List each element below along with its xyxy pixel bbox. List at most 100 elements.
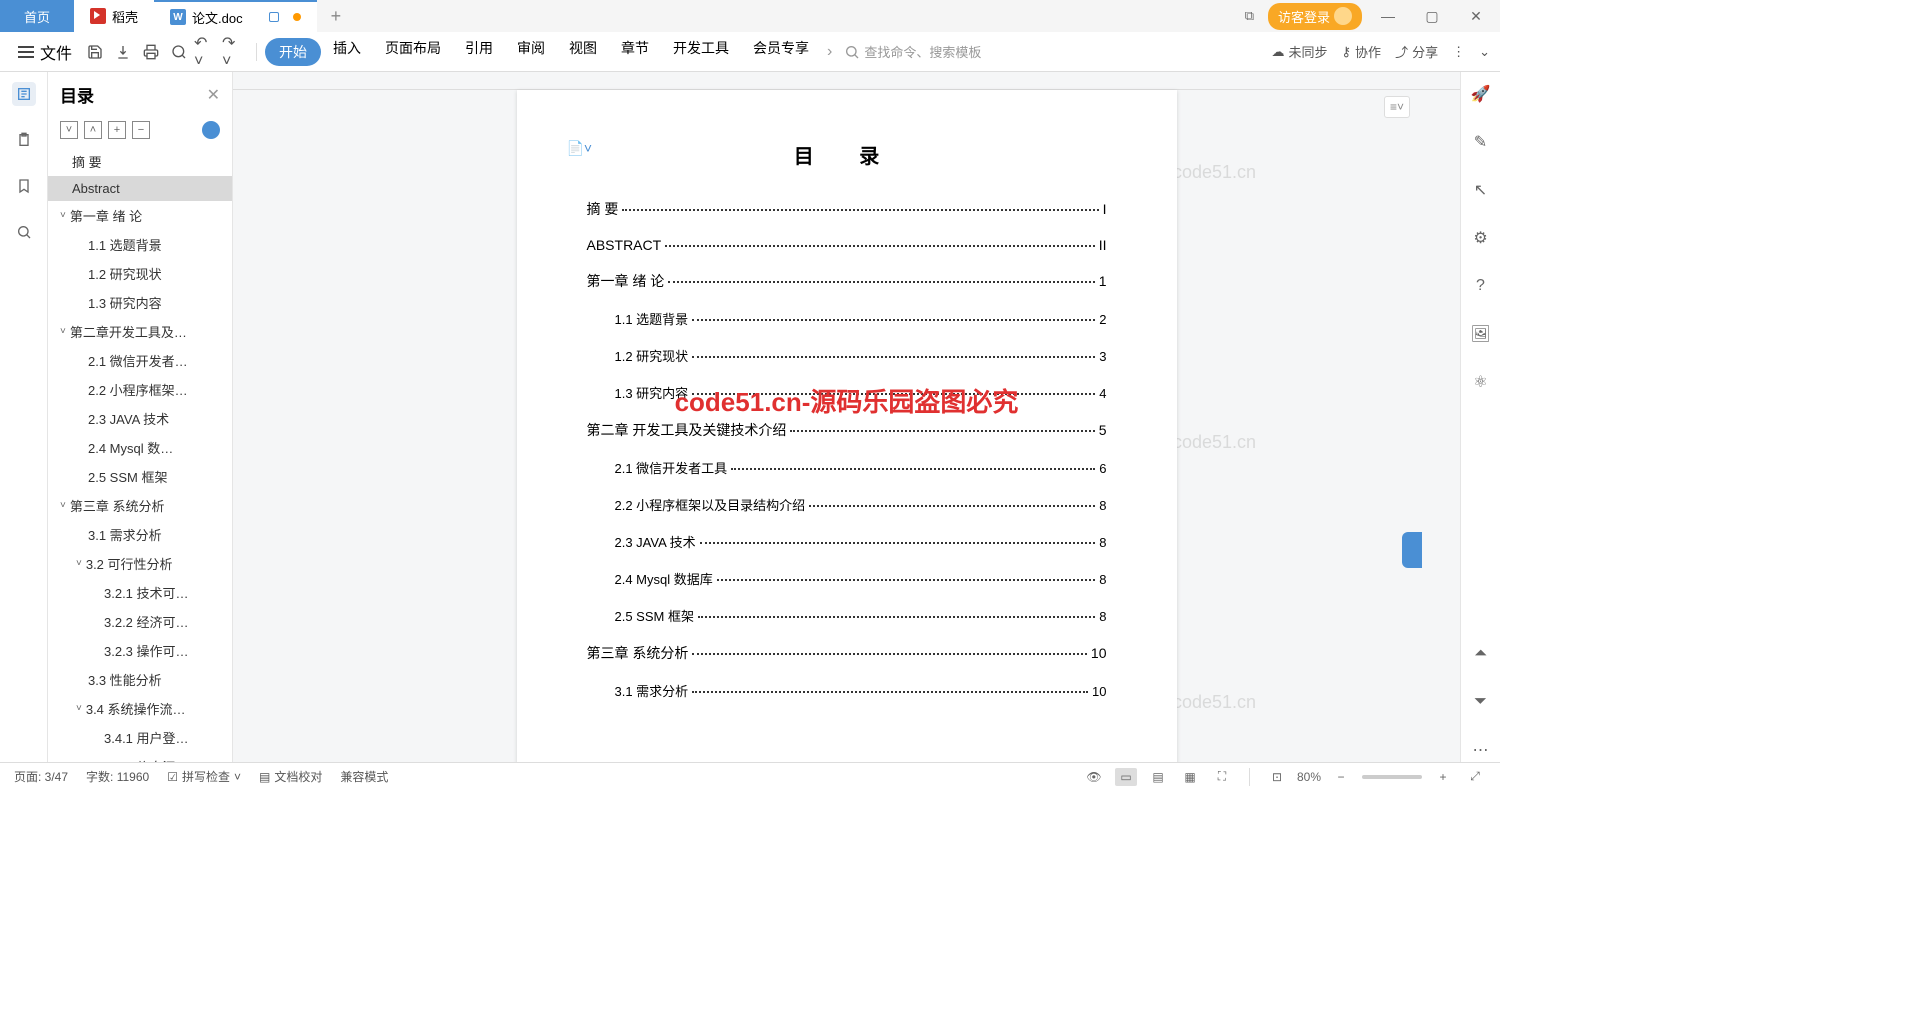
menu-1[interactable]: 插入 — [321, 38, 373, 66]
menu-8[interactable]: 会员专享 — [741, 38, 821, 66]
scroll-down-icon[interactable]: ⏷ — [1469, 690, 1493, 714]
share-button[interactable]: ⤴ 分享 — [1395, 42, 1438, 61]
toc-entry: 1.1 选题背景2 — [587, 309, 1107, 328]
more-icon[interactable]: ⋮ — [1452, 44, 1465, 60]
close-button[interactable]: ✕ — [1458, 8, 1494, 25]
coop-button[interactable]: ⚷ 协作 — [1342, 42, 1382, 61]
outline-item[interactable]: ˅3.4 系统操作流… — [48, 694, 232, 723]
menu-5[interactable]: 视图 — [557, 38, 609, 66]
cursor-icon[interactable]: ↖ — [1469, 178, 1493, 202]
menu-2[interactable]: 页面布局 — [373, 38, 453, 66]
page-indicator[interactable]: 页面: 3/47 — [14, 768, 68, 785]
scroll-up-icon[interactable]: ⏶ — [1469, 642, 1493, 666]
spellcheck-button[interactable]: ☑ 拼写检查 ˅ — [167, 768, 241, 785]
collapse-icon[interactable]: ⌄ — [1479, 44, 1490, 60]
print-icon[interactable] — [138, 39, 164, 65]
file-menu[interactable]: 文件 — [10, 40, 80, 64]
document-page: 📄˅ 目 录 摘 要IABSTRACTII第一章 绪 论11.1 选题背景21.… — [517, 90, 1177, 762]
menu-4[interactable]: 审阅 — [505, 38, 557, 66]
tab-home[interactable]: 首页 — [0, 0, 74, 32]
expand-all-icon[interactable]: ˄ — [84, 121, 102, 139]
outline-item[interactable]: 2.4 Mysql 数… — [48, 433, 232, 462]
more-menus-icon[interactable]: › — [827, 43, 832, 61]
outline-title: 目录 — [60, 82, 94, 107]
outline-nav-icon[interactable] — [12, 82, 36, 106]
zoom-in-icon[interactable]: + — [1432, 768, 1454, 786]
login-button[interactable]: 访客登录 — [1268, 3, 1362, 30]
outline-item[interactable]: 2.3 JAVA 技术 — [48, 404, 232, 433]
add-level-icon[interactable]: + — [108, 121, 126, 139]
word-count[interactable]: 字数: 11960 — [86, 768, 149, 785]
toc-entry: 2.4 Mysql 数据库8 — [587, 569, 1107, 588]
save-as-icon[interactable] — [110, 39, 136, 65]
zoom-level[interactable]: 80% — [1298, 768, 1320, 786]
outline-item[interactable]: ˅第二章开发工具及… — [48, 317, 232, 346]
outline-item[interactable]: 1.3 研究内容 — [48, 288, 232, 317]
proofread-button[interactable]: ▤ 文档校对 — [259, 768, 322, 785]
close-panel-icon[interactable]: ✕ — [207, 85, 220, 105]
outline-item[interactable]: 3.2.2 经济可… — [48, 607, 232, 636]
rocket-icon[interactable]: 🚀 — [1469, 82, 1493, 106]
tab-docer[interactable]: 稻壳 — [74, 0, 154, 32]
bookmark-icon[interactable] — [12, 174, 36, 198]
left-sidebar — [0, 72, 48, 762]
minimize-button[interactable]: — — [1370, 8, 1406, 24]
collapse-all-icon[interactable]: ˅ — [60, 121, 78, 139]
outline-item[interactable]: 1.2 研究现状 — [48, 259, 232, 288]
outline-item[interactable]: 2.2 小程序框架… — [48, 375, 232, 404]
menu-6[interactable]: 章节 — [609, 38, 661, 66]
outline-item[interactable]: 1.1 选题背景 — [48, 230, 232, 259]
save-icon[interactable] — [82, 39, 108, 65]
outline-view-icon[interactable]: ▤ — [1147, 768, 1169, 786]
view-options-icon[interactable]: ≡˅ — [1384, 96, 1410, 118]
side-tab-icon[interactable] — [1402, 532, 1422, 568]
add-tab-button[interactable]: + — [317, 0, 356, 32]
pencil-icon[interactable]: ✎ — [1469, 130, 1493, 154]
sync-button[interactable]: ☁ 未同步 — [1272, 42, 1328, 61]
preview-icon[interactable] — [166, 39, 192, 65]
menu-7[interactable]: 开发工具 — [661, 38, 741, 66]
web-view-icon[interactable]: ▦ — [1179, 768, 1201, 786]
outline-settings-icon[interactable] — [202, 121, 220, 139]
read-mode-icon[interactable]: 👁 — [1083, 768, 1105, 786]
clipboard-icon[interactable] — [12, 128, 36, 152]
outline-item[interactable]: 3.1 需求分析 — [48, 520, 232, 549]
image-tool-icon[interactable]: 🖼 — [1469, 322, 1493, 346]
outline-item[interactable]: 2.1 微信开发者… — [48, 346, 232, 375]
fullscreen-icon[interactable]: ⛶ — [1211, 768, 1233, 786]
compat-mode[interactable]: 兼容模式 — [340, 768, 388, 785]
menu-3[interactable]: 引用 — [453, 38, 505, 66]
menu-0[interactable]: 开始 — [265, 38, 321, 66]
outline-item[interactable]: ˅第三章 系统分析 — [48, 491, 232, 520]
outline-item[interactable]: ˅3.2 可行性分析 — [48, 549, 232, 578]
help-icon[interactable]: ? — [1469, 274, 1493, 298]
tab-document[interactable]: W论文.doc — [154, 0, 317, 32]
redo-icon[interactable]: ↷ ˅ — [222, 39, 248, 65]
window-layout-icon[interactable]: ⧉ — [1239, 4, 1260, 28]
settings-slider-icon[interactable]: ⚙ — [1469, 226, 1493, 250]
page-view-icon[interactable]: ▭ — [1115, 768, 1137, 786]
fit-width-icon[interactable]: ⊡ — [1266, 768, 1288, 786]
outline-item[interactable]: 摘 要 — [48, 147, 232, 176]
outline-item[interactable]: ˅第一章 绪 论 — [48, 201, 232, 230]
expand-icon[interactable]: ⤢ — [1464, 768, 1486, 786]
outline-item[interactable]: Abstract — [48, 176, 232, 201]
undo-icon[interactable]: ↶ ˅ — [194, 39, 220, 65]
outline-item[interactable]: 3.2.1 技术可… — [48, 578, 232, 607]
document-viewport[interactable]: ≡˅ code51.cn code51.cn code51.cn code51.… — [233, 72, 1460, 762]
toc-entry: 2.1 微信开发者工具6 — [587, 458, 1107, 477]
maximize-button[interactable]: ▢ — [1414, 8, 1450, 25]
outline-item[interactable]: 2.5 SSM 框架 — [48, 462, 232, 491]
zoom-slider[interactable] — [1362, 775, 1422, 779]
command-search[interactable]: 查找命令、搜索模板 — [844, 42, 981, 61]
remove-level-icon[interactable]: − — [132, 121, 150, 139]
outline-item[interactable]: 3.4.2 信息添… — [48, 752, 232, 762]
outline-item[interactable]: 3.4.1 用户登… — [48, 723, 232, 752]
outline-item[interactable]: 3.2.3 操作可… — [48, 636, 232, 665]
search-nav-icon[interactable] — [12, 220, 36, 244]
titlebar: 首页 稻壳 W论文.doc + ⧉ 访客登录 — ▢ ✕ — [0, 0, 1500, 32]
more-tools-icon[interactable]: ⋯ — [1469, 738, 1493, 762]
outline-item[interactable]: 3.3 性能分析 — [48, 665, 232, 694]
zoom-out-icon[interactable]: − — [1330, 768, 1352, 786]
atom-icon[interactable]: ⚛ — [1469, 370, 1493, 394]
